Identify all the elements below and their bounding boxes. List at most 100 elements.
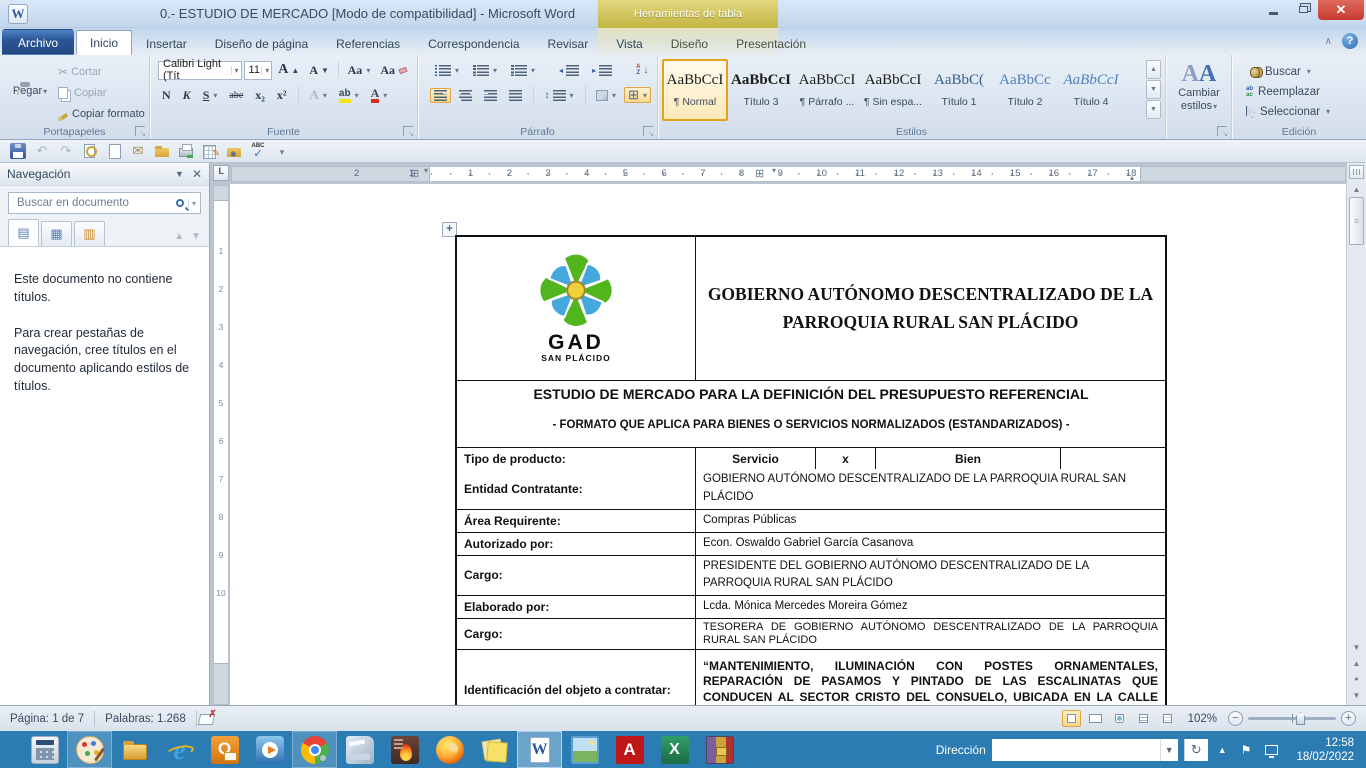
vertical-ruler[interactable]: 12345678910 [213,185,229,705]
tab-inicio[interactable]: Inicio [76,30,132,55]
italic-button[interactable]: K [179,86,195,105]
save-button[interactable] [8,142,28,161]
style-normal[interactable]: AaBbCcI¶ Normal [662,59,728,121]
search-input[interactable] [15,196,176,210]
highlight-button[interactable]: ab [335,86,363,105]
next-page-icon[interactable]: ▼ [1349,688,1364,703]
taskbar-firefox[interactable] [427,731,472,768]
grow-font-button[interactable]: A▲ [274,60,303,80]
shading-button[interactable] [592,88,620,103]
envelope-button[interactable] [128,142,148,161]
align-center-button[interactable] [455,88,476,103]
clear-formatting-button[interactable]: Aa [376,61,411,80]
style-sin-espa[interactable]: AaBbCcI¶ Sin espa... [860,59,926,121]
taskbar-word[interactable] [517,731,562,768]
zoom-slider-thumb[interactable] [1296,712,1305,725]
zoom-in-icon[interactable]: + [1341,711,1356,726]
styles-scroll-up-icon[interactable]: ▲ [1146,60,1161,79]
underline-button[interactable]: S [199,86,222,105]
increase-indent-button[interactable]: ▸ [588,63,616,78]
decrease-indent-button[interactable]: ◂ [555,63,583,78]
quick-print-button[interactable] [176,142,196,161]
styles-dialog-launcher-icon[interactable] [1217,126,1227,136]
align-left-button[interactable] [430,88,451,103]
superscript-button[interactable]: x² [273,86,291,105]
format-painter-button[interactable]: Copiar formato [54,105,149,123]
network-icon[interactable] [1265,745,1278,755]
proofing-error-icon[interactable] [199,712,215,725]
strikethrough-button[interactable]: abe [225,88,247,103]
cut-button[interactable]: ✂Cortar [54,63,149,81]
browse-pages-tab[interactable]: ▦ [41,221,72,246]
taskbar-winrar[interactable] [697,731,742,768]
borders-button[interactable]: ⊞ [624,87,651,103]
sort-button[interactable]: AZ↓ [632,62,652,78]
taskbar-red-a[interactable] [607,731,652,768]
browse-results-tab[interactable]: ▥ [74,221,105,246]
scroll-down-icon[interactable]: ▼ [1349,640,1364,655]
undo-button[interactable] [32,142,52,161]
styles-scroll-down-icon[interactable]: ▼ [1146,80,1161,99]
close-button[interactable]: ✕ [1318,0,1364,20]
print-preview-button[interactable] [80,142,100,161]
outline-view-button[interactable] [1134,710,1153,727]
browse-headings-tab[interactable]: ▤ [8,219,39,246]
search-options-icon[interactable]: ▾ [188,199,196,208]
taskbar-sticky-notes[interactable] [472,731,517,768]
tab-insertar[interactable]: Insertar [132,31,201,55]
navigation-pane-menu-icon[interactable]: ▼ [175,169,184,179]
first-line-indent-marker[interactable]: ▾ [424,166,428,175]
scroll-up-icon[interactable]: ▲ [1349,182,1364,197]
new-document-button[interactable] [104,142,124,161]
taskbar-chrome[interactable] [292,731,337,768]
draft-view-button[interactable] [1158,710,1177,727]
restore-button[interactable] [1288,0,1318,19]
search-icon[interactable] [176,199,184,207]
hanging-indent-marker[interactable]: ▾ [772,166,776,175]
taskbar-media-player[interactable] [247,731,292,768]
edit-table-button[interactable] [200,142,220,161]
open-folder-button[interactable] [152,142,172,161]
zoom-out-icon[interactable]: − [1228,711,1243,726]
help-icon[interactable]: ? [1342,33,1358,49]
address-go-icon[interactable]: ↻ [1184,739,1208,761]
address-dropdown-icon[interactable]: ▼ [1160,739,1178,761]
tab-diseño[interactable]: Diseño [657,31,722,55]
tab-vista[interactable]: Vista [602,31,656,55]
taskbar-outlook[interactable] [202,731,247,768]
justify-button[interactable] [505,88,526,103]
redo-button[interactable] [56,142,76,161]
line-spacing-button[interactable]: ↕ [541,88,578,103]
flag-icon[interactable]: ⚑ [1237,743,1256,757]
change-styles-button[interactable]: AA Cambiar estilos [1170,61,1228,113]
chevron-down-icon[interactable]: ▾ [231,66,239,75]
previous-heading-icon[interactable]: ▲ [174,231,184,242]
style-título-4[interactable]: AaBbCcITítulo 4 [1058,59,1124,121]
replace-button[interactable]: abacReemplazar [1246,82,1320,101]
document-page[interactable]: + [230,184,1346,705]
multilevel-list-button[interactable] [506,63,539,78]
taskbar-photo-viewer[interactable] [562,731,607,768]
zoom-level[interactable]: 102% [1182,713,1223,725]
taskbar-calculator[interactable] [22,731,67,768]
font-size-combo[interactable]: 11▾ [244,61,273,80]
print-layout-view-button[interactable] [1062,710,1081,727]
zoom-slider[interactable] [1248,717,1336,720]
word-count[interactable]: Palabras: 1.268 [95,711,197,727]
table-column-marker[interactable]: ⊞ [755,167,764,180]
select-browse-object-icon[interactable]: ● [1349,672,1364,687]
toolbar-options-button[interactable] [272,142,292,161]
subscript-button[interactable]: x₂ [251,86,269,105]
show-hidden-icons[interactable]: ▲ [1214,745,1231,755]
taskbar-clock[interactable]: 12:58 18/02/2022 [1288,736,1366,764]
taskbar-fire-app[interactable] [382,731,427,768]
text-effects-button[interactable]: A [306,85,331,105]
ruler-toggle-icon[interactable] [1349,165,1364,179]
shrink-font-button[interactable]: A▼ [305,61,333,80]
tab-selector[interactable]: L [213,165,229,181]
next-heading-icon[interactable]: ▼ [191,231,201,242]
align-right-button[interactable] [480,88,501,103]
font-name-combo[interactable]: Calibri Light (Tít▾ [158,61,242,80]
previous-page-icon[interactable]: ▲ [1349,656,1364,671]
page-indicator[interactable]: Página: 1 de 7 [0,711,95,727]
